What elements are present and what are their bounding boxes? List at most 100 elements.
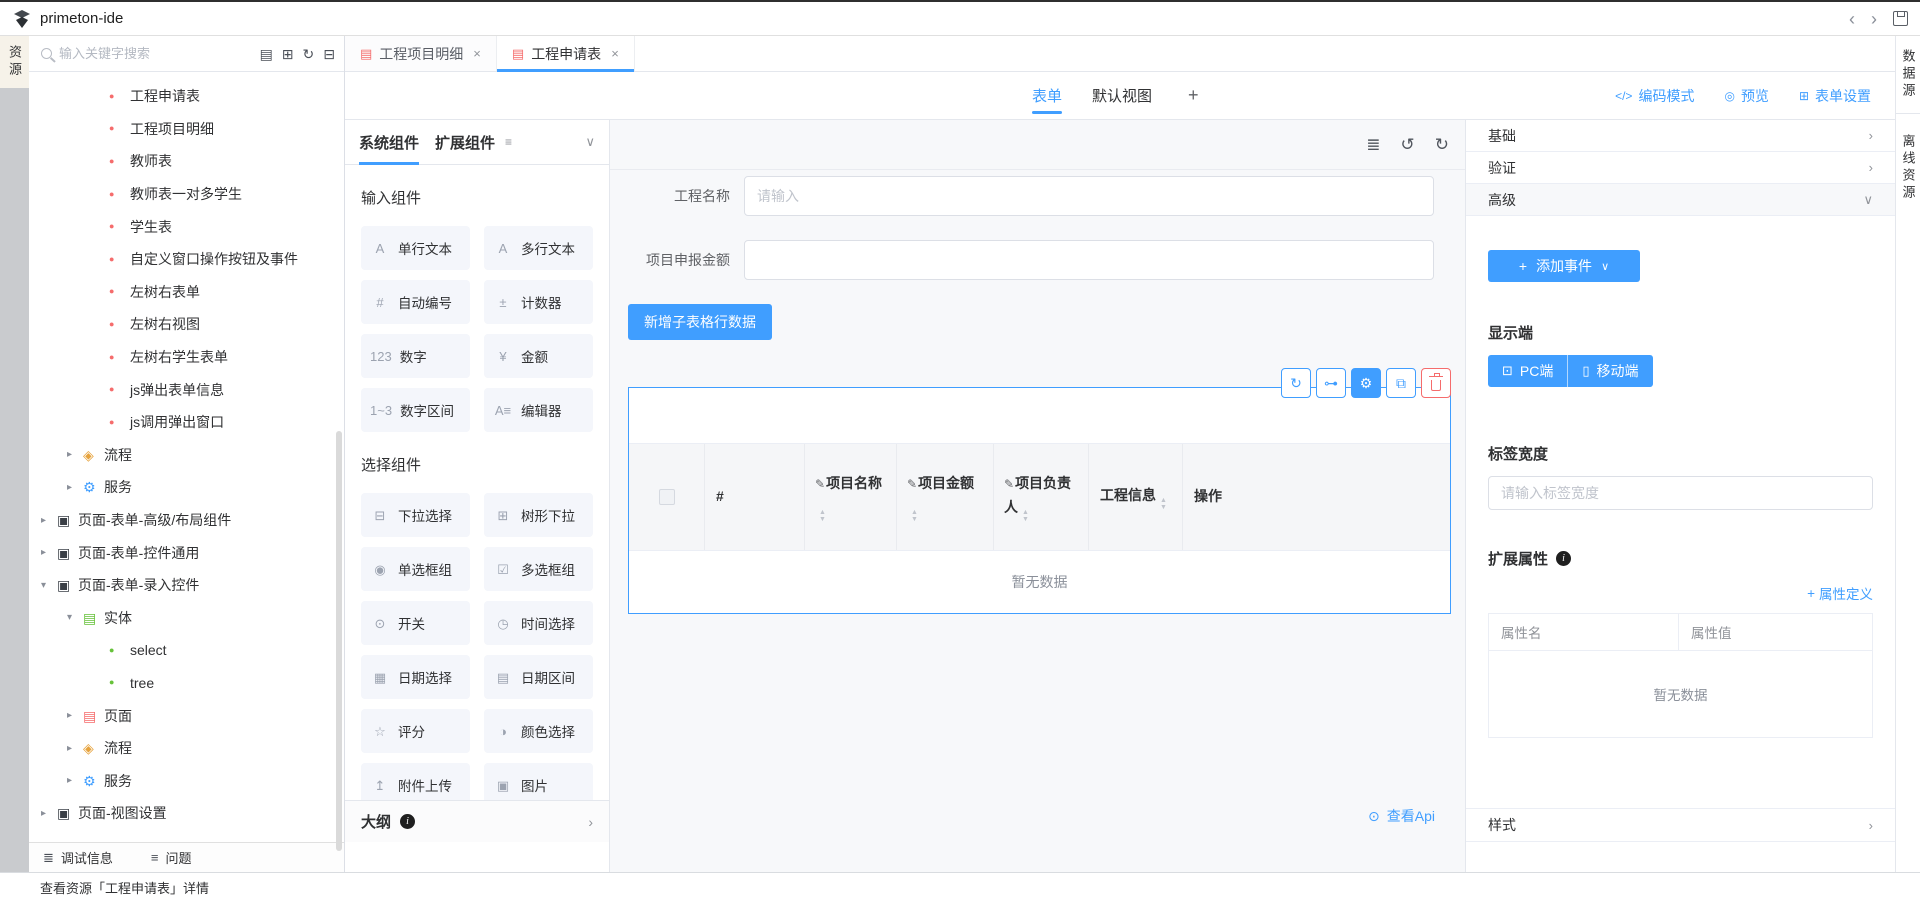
component-item[interactable]: ◉ 单选框组: [361, 547, 470, 591]
component-item[interactable]: 1~3 数字区间: [361, 388, 470, 432]
tree-item[interactable]: ● 自定义窗口操作按钮及事件: [29, 243, 344, 276]
add-subtable-row-button[interactable]: 新增子表格行数据: [628, 304, 772, 340]
header-action[interactable]: ◎ 预览: [1724, 86, 1768, 106]
tree-item[interactable]: ▸ ⚙ 服务: [29, 471, 344, 504]
component-item[interactable]: ☑ 多选框组: [484, 547, 593, 591]
sort-icons[interactable]: ▲▼: [1022, 509, 1029, 523]
document-tab[interactable]: ▤ 工程申请表 ×: [497, 36, 635, 71]
tree-item[interactable]: ▸ ▣ 页面-表单-高级/布局组件: [29, 504, 344, 537]
accordion-section[interactable]: 验证 ›: [1466, 152, 1895, 184]
tree-item[interactable]: ● 教师表一对多学生: [29, 178, 344, 211]
panel-menu-icon[interactable]: ≡: [505, 135, 512, 149]
debug-tab[interactable]: ≣ 调试信息: [43, 848, 113, 867]
sort-asc-icon[interactable]: ▲: [1160, 497, 1167, 504]
tree-item[interactable]: ● tree: [29, 667, 344, 700]
tree-item[interactable]: ● 左树右学生表单: [29, 341, 344, 374]
chevron-down-icon[interactable]: ∨: [585, 134, 595, 150]
component-item[interactable]: A 单行文本: [361, 226, 470, 270]
sidebar-tool-icon[interactable]: ▤: [260, 47, 273, 61]
sidebar-tool-icon[interactable]: ⊞: [282, 47, 294, 61]
add-view-button[interactable]: +: [1188, 72, 1199, 119]
form-field-row[interactable]: 工程名称: [610, 176, 1465, 216]
sidebar-tool-icon[interactable]: ⊟: [323, 47, 335, 61]
subtable-column-header[interactable]: #: [705, 444, 805, 550]
view-tab[interactable]: 表单: [1032, 72, 1062, 119]
component-item[interactable]: ☆ 评分: [361, 709, 470, 753]
tree-item[interactable]: ▸ ▤ 页面: [29, 699, 344, 732]
save-icon[interactable]: [1893, 11, 1908, 26]
gear-icon[interactable]: ⚙: [1351, 368, 1381, 398]
sort-desc-icon[interactable]: ▼: [911, 516, 918, 523]
tree-item[interactable]: ▸ ◈ 流程: [29, 439, 344, 472]
link-icon[interactable]: ⊶: [1316, 368, 1346, 398]
component-item[interactable]: ↥ 附件上传: [361, 763, 470, 800]
label-width-input[interactable]: [1488, 476, 1873, 510]
field-input[interactable]: [744, 176, 1434, 216]
component-item[interactable]: # 自动编号: [361, 280, 470, 324]
component-item[interactable]: ± 计数器: [484, 280, 593, 324]
tree-item[interactable]: ▸ ▣ 页面-表单-控件通用: [29, 536, 344, 569]
sort-icons[interactable]: ▲▼: [911, 509, 918, 523]
display-option-button[interactable]: ⊡ PC端: [1488, 355, 1568, 387]
subtable-column-header[interactable]: 工程信息▲▼: [1089, 444, 1183, 550]
sort-asc-icon[interactable]: ▲: [1022, 509, 1029, 516]
trash-icon[interactable]: [1421, 368, 1451, 398]
header-action[interactable]: ⊞ 表单设置: [1799, 86, 1871, 106]
close-icon[interactable]: ×: [611, 46, 619, 61]
sort-desc-icon[interactable]: ▼: [819, 516, 826, 523]
tree-item[interactable]: ● 左树右视图: [29, 308, 344, 341]
datasource-panel-tab[interactable]: 数据源: [1896, 36, 1920, 114]
component-item[interactable]: ▣ 图片: [484, 763, 593, 800]
component-item[interactable]: 123 数字: [361, 334, 470, 378]
display-option-button[interactable]: ▯ 移动端: [1568, 355, 1652, 387]
view-api-link[interactable]: ⊙ 查看Api: [1368, 806, 1435, 826]
tree-item[interactable]: ● 学生表: [29, 210, 344, 243]
sort-asc-icon[interactable]: ▲: [819, 509, 826, 516]
subtable-column-header[interactable]: 操作: [1183, 444, 1450, 550]
canvas-tool-icon[interactable]: ≣: [1366, 136, 1380, 153]
component-item[interactable]: ▤ 日期区间: [484, 655, 593, 699]
form-field-row[interactable]: 项目申报金额: [610, 240, 1465, 280]
tree-item[interactable]: ● js弹出表单信息: [29, 373, 344, 406]
component-item[interactable]: ⊞ 树形下拉: [484, 493, 593, 537]
component-item[interactable]: ¥ 金额: [484, 334, 593, 378]
resources-panel-tab[interactable]: 资源: [0, 36, 29, 88]
sort-desc-icon[interactable]: ▼: [1022, 516, 1029, 523]
tree-item[interactable]: ▸ ◈ 流程: [29, 732, 344, 765]
tree-item[interactable]: ▾ ▣ 页面-表单-录入控件: [29, 569, 344, 602]
search-input[interactable]: [59, 46, 253, 61]
copy-icon[interactable]: ⧉: [1386, 368, 1416, 398]
sort-asc-icon[interactable]: ▲: [911, 509, 918, 516]
subtable-column-header[interactable]: ✎项目金额▲▼: [897, 444, 994, 550]
field-input[interactable]: [744, 240, 1434, 280]
component-item[interactable]: ◷ 时间选择: [484, 601, 593, 645]
header-checkbox[interactable]: [659, 489, 675, 505]
tree-item[interactable]: ▸ ▣ 页面-视图设置: [29, 797, 344, 830]
tree-item[interactable]: ● 教师表: [29, 145, 344, 178]
document-tab[interactable]: ▤ 工程项目明细 ×: [345, 36, 497, 71]
define-attribute-link[interactable]: + 属性定义: [1807, 583, 1873, 603]
component-item[interactable]: ⊟ 下拉选择: [361, 493, 470, 537]
component-item[interactable]: ◑ 颜色选择: [484, 709, 593, 753]
sync-icon[interactable]: ↻: [1281, 368, 1311, 398]
debug-tab[interactable]: ≡ 问题: [151, 848, 192, 867]
subtable-column-header[interactable]: ✎项目名称▲▼: [805, 444, 897, 550]
component-item[interactable]: ▦ 日期选择: [361, 655, 470, 699]
component-item[interactable]: A 多行文本: [484, 226, 593, 270]
accordion-section[interactable]: 基础 ›: [1466, 120, 1895, 152]
offline-resources-panel-tab[interactable]: 离线资源: [1896, 114, 1920, 215]
tree-item[interactable]: ● 工程项目明细: [29, 113, 344, 146]
subtable-column-header[interactable]: ✎项目负责人▲▼: [994, 444, 1089, 550]
accordion-section[interactable]: 高级 ∨: [1466, 184, 1895, 216]
tree-item[interactable]: ● 左树右表单: [29, 276, 344, 309]
view-tab[interactable]: 默认视图: [1092, 72, 1152, 119]
tree-item[interactable]: ● js调用弹出窗口: [29, 406, 344, 439]
canvas-tool-icon[interactable]: ↻: [1435, 136, 1449, 153]
sort-icons[interactable]: ▲▼: [819, 509, 826, 523]
sort-icons[interactable]: ▲▼: [1160, 497, 1167, 511]
sort-desc-icon[interactable]: ▼: [1160, 504, 1167, 511]
tree-item[interactable]: ▾ ▤ 实体: [29, 602, 344, 635]
subtable-widget[interactable]: ↻ ⊶ ⚙ ⧉: [628, 387, 1451, 614]
close-icon[interactable]: ×: [473, 46, 481, 61]
sidebar-tool-icon[interactable]: ↻: [303, 47, 315, 61]
